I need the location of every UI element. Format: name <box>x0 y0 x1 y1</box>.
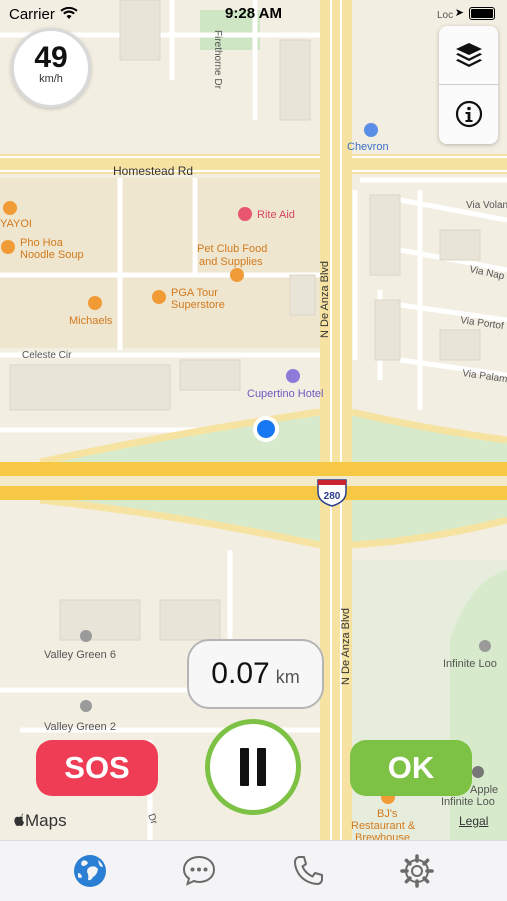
apple-logo-icon <box>14 813 24 826</box>
svg-text:YAYOI: YAYOI <box>0 218 32 230</box>
street-label: Homestead Rd <box>113 164 193 178</box>
tab-map[interactable] <box>70 851 110 891</box>
svg-text:Noodle Soup: Noodle Soup <box>20 249 84 261</box>
highway-280-shield: 280 <box>317 479 347 507</box>
poi-rite-aid: Rite Aid <box>238 207 295 221</box>
svg-text:Brewhouse: Brewhouse <box>355 832 410 840</box>
svg-text:Chevron: Chevron <box>347 141 389 153</box>
globe-icon <box>74 855 106 887</box>
street-label: N De Anza Blvd <box>319 261 331 338</box>
distance-value: 0.07 <box>211 657 270 690</box>
status-time: 9:28 AM <box>225 5 282 22</box>
street-label: Via Volan <box>466 200 507 211</box>
speed-value: 49 <box>34 41 68 74</box>
svg-text:Pho Hoa: Pho Hoa <box>20 237 64 249</box>
svg-text:PGA Tour: PGA Tour <box>171 287 218 299</box>
location-arrow-icon: ➤ <box>454 7 464 19</box>
svg-text:Michaels: Michaels <box>69 315 113 327</box>
ok-button[interactable]: OK <box>350 740 472 796</box>
svg-text:and Supplies: and Supplies <box>199 256 263 268</box>
pause-button[interactable] <box>205 719 301 815</box>
distance-display: 0.07 km <box>187 639 324 709</box>
svg-text:Infinite Loo: Infinite Loo <box>443 658 497 670</box>
tab-chat[interactable] <box>179 851 219 891</box>
map-view[interactable]: 280 Homestead Rd N De Anza Blvd N De Anz… <box>0 0 507 840</box>
svg-text:Rite Aid: Rite Aid <box>257 209 295 221</box>
map-controls <box>439 26 498 144</box>
svg-text:Restaurant &: Restaurant & <box>351 820 416 832</box>
svg-text:Cupertino Hotel: Cupertino Hotel <box>247 388 323 400</box>
tab-phone[interactable] <box>288 851 328 891</box>
phone-icon <box>294 856 323 885</box>
svg-text:Infinite Loo: Infinite Loo <box>441 796 495 808</box>
battery-icon <box>469 7 495 20</box>
street-label: Firethorne Dr <box>212 30 223 90</box>
tab-bar <box>0 840 507 901</box>
svg-text:Apple: Apple <box>470 784 498 796</box>
svg-text:Valley Green 6: Valley Green 6 <box>44 649 116 661</box>
maps-label: Maps <box>25 811 67 830</box>
speed-unit: km/h <box>39 73 63 85</box>
map-layers-button[interactable] <box>439 26 498 84</box>
info-icon <box>455 100 482 128</box>
street-label: Celeste Cir <box>22 350 72 361</box>
svg-text:280: 280 <box>324 491 341 502</box>
chat-icon <box>182 855 216 886</box>
layers-icon <box>455 43 482 67</box>
svg-text:Pet Club Food: Pet Club Food <box>197 243 267 255</box>
sos-button[interactable]: SOS <box>36 740 158 796</box>
info-button[interactable] <box>439 85 498 143</box>
svg-text:BJ's: BJ's <box>377 808 398 820</box>
maps-attribution: Maps <box>13 811 67 831</box>
tab-settings[interactable] <box>397 851 437 891</box>
settings-icon <box>400 854 434 888</box>
distance-unit: km <box>275 666 300 687</box>
svg-text:Superstore: Superstore <box>171 299 225 311</box>
pause-icon <box>240 748 249 786</box>
legal-link[interactable]: Legal <box>459 814 488 828</box>
street-label: N De Anza Blvd <box>340 608 352 685</box>
speed-indicator: 49 km/h <box>11 28 91 108</box>
svg-text:Valley Green 2: Valley Green 2 <box>44 721 116 733</box>
status-bar: Carrier 9:28 AM ➤ <box>0 0 507 30</box>
